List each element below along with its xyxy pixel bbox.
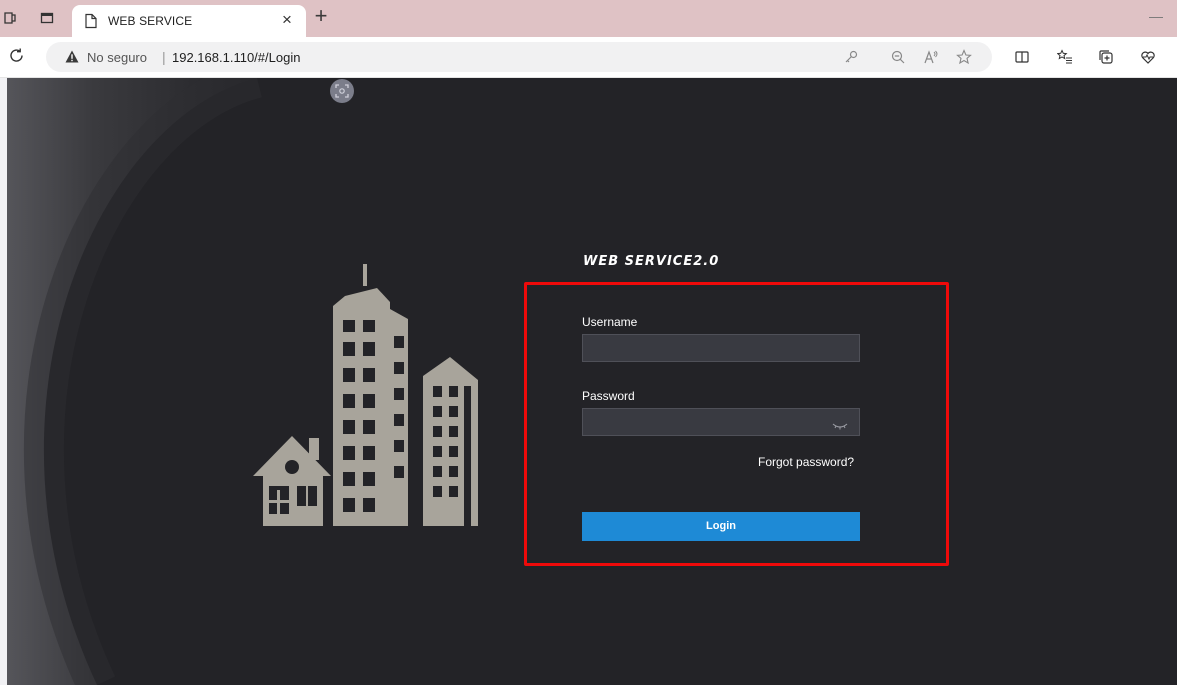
- username-label: Username: [582, 315, 638, 329]
- new-tab-button[interactable]: +: [310, 5, 332, 28]
- window-minimize-button[interactable]: —: [1149, 9, 1163, 23]
- tab-actions-icon[interactable]: [39, 10, 55, 26]
- username-input[interactable]: [582, 334, 860, 362]
- split-screen-icon[interactable]: [1014, 49, 1030, 65]
- zoom-out-icon[interactable]: [890, 49, 906, 65]
- browser-tab-active[interactable]: WEB SERVICE ×: [72, 5, 306, 37]
- favorite-star-icon[interactable]: [956, 49, 972, 65]
- url-text[interactable]: 192.168.1.110/#/Login: [172, 50, 300, 65]
- security-status-label[interactable]: No seguro: [87, 50, 147, 65]
- warning-icon[interactable]: [65, 50, 79, 63]
- forgot-password-link[interactable]: Forgot password?: [758, 455, 854, 469]
- password-label: Password: [582, 389, 635, 403]
- password-key-icon[interactable]: [843, 49, 859, 65]
- browser-toolbar: No seguro | 192.168.1.110/#/Login: [0, 37, 1177, 78]
- read-aloud-icon[interactable]: [923, 49, 939, 65]
- workspaces-icon[interactable]: [2, 10, 18, 26]
- address-bar[interactable]: No seguro | 192.168.1.110/#/Login: [46, 42, 992, 72]
- page-viewport: WEB SERVICE2.0 Username Password Forgot …: [7, 78, 1177, 685]
- browser-essentials-icon[interactable]: [1140, 49, 1156, 65]
- reload-icon[interactable]: [8, 47, 26, 65]
- city-illustration: [253, 264, 478, 526]
- tab-close-button[interactable]: ×: [278, 11, 296, 29]
- password-visibility-icon[interactable]: [832, 418, 848, 430]
- tab-title: WEB SERVICE: [108, 14, 193, 28]
- password-input[interactable]: [582, 408, 860, 436]
- url-separator: |: [162, 49, 166, 65]
- collections-icon[interactable]: [1098, 49, 1114, 65]
- browser-tabstrip: WEB SERVICE × + —: [0, 0, 1177, 37]
- brand-title: WEB SERVICE2.0: [583, 254, 720, 269]
- login-button[interactable]: Login: [582, 512, 860, 541]
- focus-mode-icon[interactable]: [330, 79, 354, 103]
- page-icon: [84, 13, 98, 29]
- favorites-list-icon[interactable]: [1056, 49, 1073, 65]
